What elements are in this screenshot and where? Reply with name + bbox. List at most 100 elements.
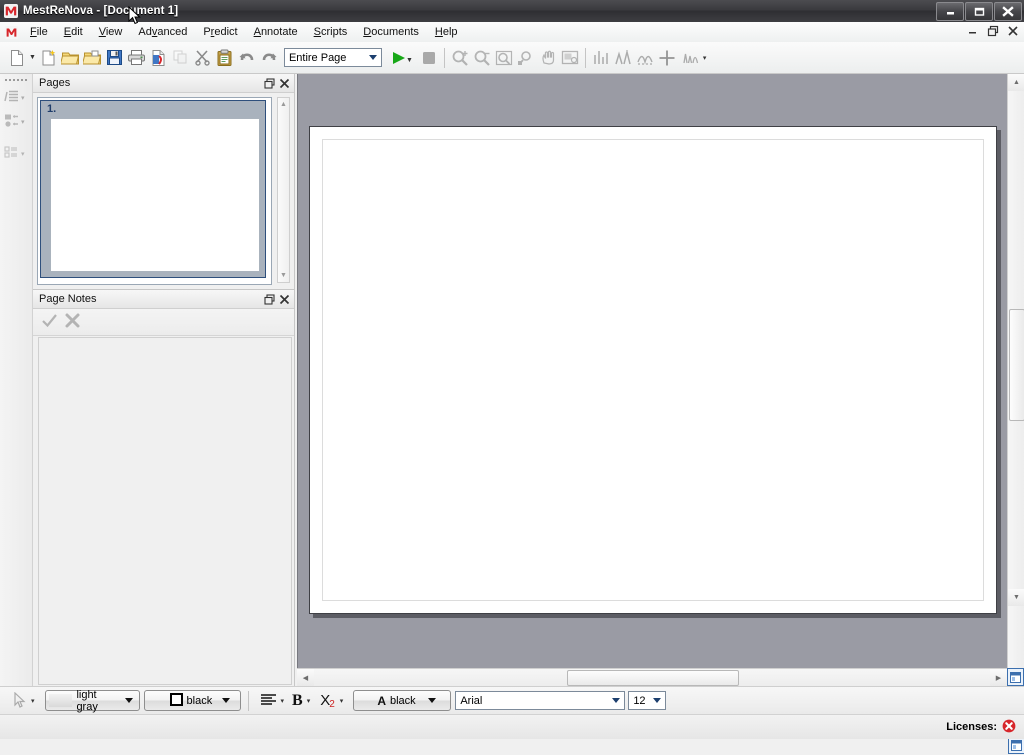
font-family-combobox[interactable]: Arial — [455, 691, 626, 710]
font-size-combobox[interactable]: 12 — [628, 691, 667, 710]
new-document-button[interactable]: ▼ — [4, 45, 38, 71]
pages-scrollbar[interactable]: ▲ ▼ — [277, 97, 290, 283]
peak-picking-icon[interactable] — [612, 47, 634, 69]
scrollbar-corner-button[interactable] — [1007, 668, 1024, 686]
status-bar: Licenses: — [0, 714, 1024, 739]
scroll-up-icon[interactable]: ▲ — [278, 98, 289, 111]
mdi-minimize-button[interactable] — [966, 24, 980, 38]
fill-color-swatch — [48, 694, 73, 707]
close-panel-button[interactable] — [277, 76, 292, 91]
subscript-dropdown-icon[interactable]: ▾ — [340, 697, 344, 705]
document-page[interactable] — [309, 126, 997, 614]
grid-layout-button[interactable]: ▾ — [0, 142, 32, 166]
menu-advanced[interactable]: Advanced — [130, 24, 195, 40]
page-layout-dropdown-icon[interactable]: ▾ — [21, 118, 25, 126]
text-align-dropdown-icon[interactable]: ▾ — [281, 697, 285, 705]
zoom-out-icon[interactable] — [471, 47, 493, 69]
screenshot-icon[interactable] — [559, 47, 581, 69]
zoom-in-icon[interactable] — [449, 47, 471, 69]
pan-hand-icon[interactable] — [537, 47, 559, 69]
undo-icon[interactable] — [236, 47, 258, 69]
pointer-tool-dropdown-icon[interactable]: ▾ — [31, 697, 35, 705]
zoom-reset-icon[interactable] — [515, 47, 537, 69]
integration-icon[interactable] — [590, 47, 612, 69]
document-horizontal-scrollbar[interactable]: ◀ ▶ — [297, 668, 1007, 686]
subscript-button[interactable]: X 2 ▾ — [318, 688, 345, 714]
float-panel-button[interactable] — [262, 76, 277, 91]
new-document-dropdown-icon[interactable]: ▼ — [29, 54, 36, 61]
bold-dropdown-icon[interactable]: ▾ — [307, 697, 311, 705]
page-content-area[interactable] — [322, 139, 984, 601]
licenses-status-pane[interactable]: Licenses: — [942, 718, 1020, 736]
toolbar-separator — [443, 47, 445, 68]
font-color-button[interactable]: A black — [353, 690, 452, 711]
document-vertical-scrollbar[interactable]: ▲ ▼ ▲ ▼ — [1007, 74, 1024, 754]
menu-annotate[interactable]: Annotate — [246, 24, 306, 40]
menu-view[interactable]: View — [91, 24, 131, 40]
fill-color-button[interactable]: light gray — [44, 689, 140, 713]
open-folder-icon[interactable] — [60, 47, 82, 69]
menu-edit[interactable]: Edit — [56, 24, 91, 40]
scroll-up-icon[interactable]: ▲ — [1008, 74, 1024, 91]
page-notes-textarea[interactable] — [38, 337, 292, 685]
scroll-down-icon[interactable]: ▼ — [278, 269, 289, 282]
stack-layout-button[interactable]: ▾ — [0, 86, 32, 110]
bold-button[interactable]: B ▾ — [290, 688, 312, 714]
page-notes-header: Page Notes — [33, 290, 294, 309]
export-pdf-icon[interactable] — [148, 47, 170, 69]
reject-note-button[interactable] — [64, 312, 81, 332]
crosshair-icon[interactable] — [656, 47, 678, 69]
chevron-down-icon — [653, 698, 662, 703]
line-color-button[interactable]: black — [143, 690, 241, 711]
text-align-button[interactable]: ▾ — [256, 688, 287, 714]
vertical-scroll-thumb[interactable] — [1009, 309, 1024, 421]
redo-icon[interactable] — [258, 47, 280, 69]
restore-button[interactable] — [965, 2, 993, 21]
menu-file[interactable]: FFileile — [22, 24, 56, 40]
stack-layout-dropdown-icon[interactable]: ▾ — [21, 94, 25, 102]
horizontal-scroll-thumb[interactable] — [567, 670, 739, 686]
menu-documents[interactable]: Documents — [355, 24, 427, 40]
print-icon[interactable] — [126, 47, 148, 69]
page-layout-button[interactable]: ▾ — [0, 110, 32, 134]
save-as-folder-icon[interactable] — [82, 47, 104, 69]
menu-predict[interactable]: Predict — [195, 24, 245, 40]
close-panel-button[interactable] — [277, 292, 292, 307]
window-title: MestReNova - [Document 1] — [23, 5, 179, 17]
menu-help[interactable]: Help — [427, 24, 466, 40]
multiplet-analysis-button[interactable]: ▾ — [678, 45, 709, 71]
scroll-left-icon[interactable]: ◀ — [297, 669, 314, 686]
mdi-restore-button[interactable] — [986, 24, 1000, 38]
close-button[interactable] — [994, 2, 1022, 21]
paste-clipboard-icon[interactable] — [214, 47, 236, 69]
page-thumbnail-item[interactable]: 1. — [40, 100, 266, 278]
zoom-region-icon[interactable] — [493, 47, 515, 69]
run-dropdown-icon[interactable]: ▼ — [406, 57, 413, 64]
mdi-close-button[interactable] — [1006, 24, 1020, 38]
page-thumbnail-list[interactable]: 1. — [37, 97, 272, 285]
scroll-down-icon[interactable]: ▼ — [1008, 589, 1024, 606]
cut-scissors-icon[interactable] — [192, 47, 214, 69]
accept-note-button[interactable] — [41, 312, 58, 332]
menu-scripts[interactable]: Scripts — [306, 24, 356, 40]
pointer-arrow-icon — [8, 690, 30, 712]
float-panel-button[interactable] — [262, 292, 277, 307]
align-left-icon — [258, 690, 280, 712]
minimize-button[interactable] — [936, 2, 964, 21]
zoom-level-combobox[interactable]: Entire Page — [283, 48, 382, 67]
pointer-tool-button[interactable]: ▾ — [6, 688, 37, 714]
toolbar-drag-handle[interactable] — [5, 76, 27, 84]
grid-layout-dropdown-icon[interactable]: ▾ — [21, 150, 25, 158]
document-canvas[interactable] — [297, 74, 1008, 668]
page-thumbnail-preview — [50, 118, 260, 272]
save-icon[interactable] — [104, 47, 126, 69]
page-view-mode-icon[interactable] — [1008, 737, 1024, 754]
stop-icon[interactable] — [418, 47, 440, 69]
error-badge-icon[interactable] — [1002, 719, 1016, 736]
baseline-icon[interactable] — [634, 47, 656, 69]
scroll-right-icon[interactable]: ▶ — [990, 669, 1007, 686]
multiplet-dropdown-icon[interactable]: ▾ — [703, 54, 707, 62]
copy-icon[interactable] — [170, 47, 192, 69]
new-from-wizard-icon[interactable] — [38, 47, 60, 69]
run-script-button[interactable]: ▼ — [386, 45, 415, 71]
